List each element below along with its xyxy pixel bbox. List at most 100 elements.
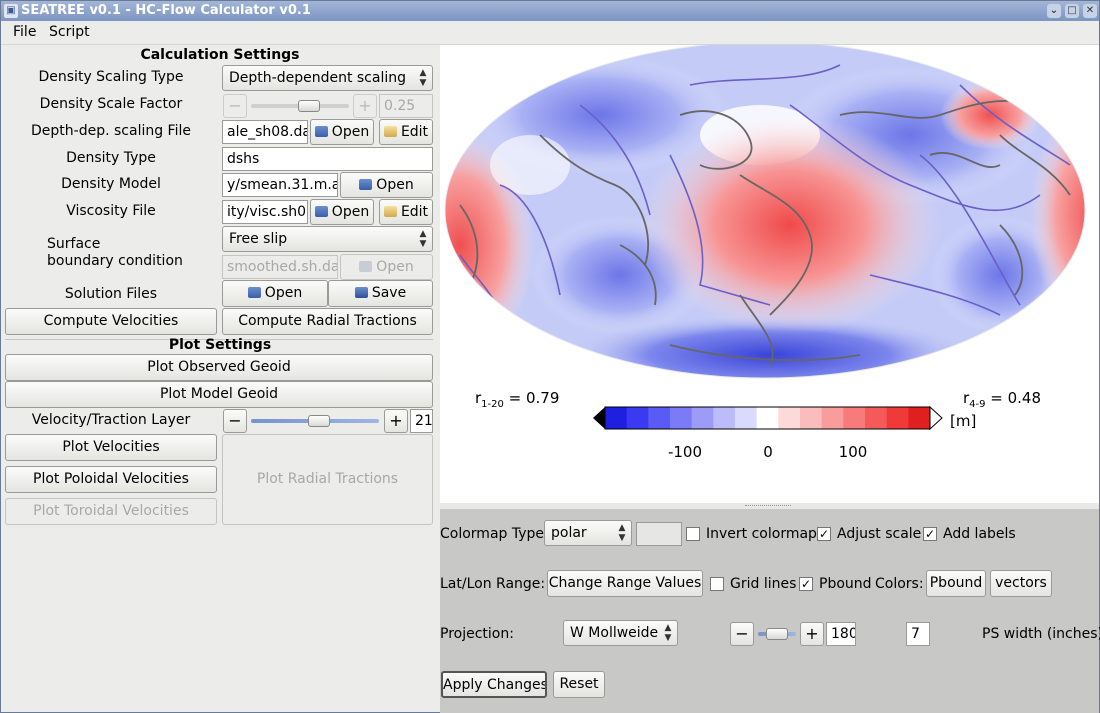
grid-lines-label: Grid lines <box>730 576 797 592</box>
minimize-icon[interactable]: ⌄ <box>1047 4 1061 18</box>
colorbar-swatch <box>821 407 844 429</box>
open-icon <box>359 179 373 190</box>
ps-width-field[interactable]: 7 <box>906 622 930 646</box>
density-type-label: Density Type <box>66 150 156 166</box>
viscosity-label: Viscosity File <box>66 203 156 219</box>
compute-velocities-button[interactable]: Compute Velocities <box>5 308 217 335</box>
colorbar-swatch <box>713 407 736 429</box>
plot-model-geoid-button[interactable]: Plot Model Geoid <box>5 381 433 408</box>
colorbar-swatch <box>691 407 714 429</box>
solution-save-button[interactable]: Save <box>328 280 433 307</box>
surface-label-2: boundary condition <box>47 253 183 269</box>
density-model-field[interactable]: y/smean.31.m.ab <box>222 173 338 197</box>
change-range-button[interactable]: Change Range Values <box>547 570 703 597</box>
menu-file[interactable]: File <box>13 24 36 40</box>
plot-velocities-button[interactable]: Plot Velocities <box>5 434 217 461</box>
surface-file-open-button[interactable]: Open <box>340 254 433 280</box>
depth-file-field[interactable]: ale_sh08.dat <box>222 120 308 144</box>
surface-label-1: Surface <box>47 236 101 252</box>
projection-combo[interactable]: W Mollweide ▲ ▼ <box>563 620 678 646</box>
open-icon <box>247 287 261 298</box>
depth-file-open-button[interactable]: Open <box>310 119 374 145</box>
projection-label: Projection: <box>440 626 514 642</box>
solution-open-button[interactable]: Open <box>222 280 328 307</box>
viscosity-edit-button[interactable]: Edit <box>379 199 433 225</box>
layer-plus-button[interactable]: + <box>384 409 408 433</box>
depth-file-label: Depth-dep. scaling File <box>31 123 191 139</box>
pbound-color-button[interactable]: Pbound <box>926 570 986 597</box>
colorbar-swatch <box>800 407 823 429</box>
menu-bar: File Script <box>1 21 1099 45</box>
invert-colormap-label: Invert colormap <box>706 526 817 542</box>
scale-minus-button[interactable]: − <box>223 94 247 118</box>
density-scaling-type-value: Depth-dependent scaling <box>229 70 406 86</box>
save-icon <box>354 287 368 298</box>
r-left-label: r1-20 = 0.79 <box>475 389 559 410</box>
colormap-combo[interactable]: polar ▲ ▼ <box>544 520 632 546</box>
adjust-scale-label: Adjust scale <box>837 526 922 542</box>
add-labels-label: Add labels <box>943 526 1016 542</box>
plot-toroidal-button[interactable]: Plot Toroidal Velocities <box>5 498 217 525</box>
grid-lines-checkbox[interactable] <box>710 577 724 591</box>
open-label: Open <box>264 285 303 301</box>
solution-files-label: Solution Files <box>64 286 158 302</box>
colors-label: Colors: <box>875 576 924 592</box>
layer-label: Velocity/Traction Layer <box>31 412 191 428</box>
projection-plus-button[interactable]: + <box>800 622 824 646</box>
compute-tractions-button[interactable]: Compute Radial Tractions <box>222 308 433 335</box>
depth-file-edit-button[interactable]: Edit <box>379 119 433 145</box>
app-icon: ▣ <box>4 4 18 18</box>
app-window: ▣ SEATREE v0.1 - HC-Flow Calculator v0.1… <box>0 0 1100 713</box>
colorbar-swatch <box>648 407 671 429</box>
scale-plus-button[interactable]: + <box>353 94 377 118</box>
add-labels-checkbox[interactable]: ✓ <box>923 527 937 541</box>
combo-arrow-icon: ▲ ▼ <box>618 523 626 543</box>
layer-minus-button[interactable]: − <box>223 409 247 433</box>
edit-label: Edit <box>400 124 429 140</box>
pbound-label: Pbound <box>819 576 872 592</box>
density-type-field[interactable]: dshs <box>222 147 433 171</box>
projection-slider-thumb[interactable] <box>766 628 788 640</box>
scale-factor-field[interactable]: 0.25 <box>379 94 433 118</box>
plot-options-panel: Colormap Type: polar ▲ ▼ Invert colormap … <box>440 509 1100 713</box>
open-icon <box>359 261 373 272</box>
plot-observed-geoid-button[interactable]: Plot Observed Geoid <box>5 354 433 381</box>
plot-poloidal-button[interactable]: Plot Poloidal Velocities <box>5 466 217 493</box>
reset-button[interactable]: Reset <box>553 671 605 698</box>
viscosity-open-button[interactable]: Open <box>310 199 374 225</box>
density-scale-factor-label: Density Scale Factor <box>39 96 183 112</box>
colormap-value: polar <box>551 525 587 541</box>
open-icon <box>314 206 328 217</box>
projection-minus-button[interactable]: − <box>730 622 754 646</box>
pbound-checkbox[interactable]: ✓ <box>799 577 813 591</box>
window-title: SEATREE v0.1 - HC-Flow Calculator v0.1 <box>21 3 311 18</box>
layer-slider-thumb[interactable] <box>308 415 330 427</box>
surface-bc-combo[interactable]: Free slip ▲ ▼ <box>222 226 433 252</box>
projection-num-field[interactable]: 180 <box>826 622 856 646</box>
colorbar-swatch <box>670 407 693 429</box>
colorbar-max-arrow <box>929 405 943 431</box>
adjust-scale-checkbox[interactable]: ✓ <box>817 527 831 541</box>
density-scaling-type-combo[interactable]: Depth-dependent scaling ▲ ▼ <box>222 65 433 91</box>
colorbar-swatch <box>626 407 649 429</box>
save-label: Save <box>371 285 407 301</box>
combo-arrow-icon: ▲ ▼ <box>419 68 427 88</box>
vectors-color-button[interactable]: vectors <box>990 570 1052 597</box>
colorbar-swatch <box>778 407 801 429</box>
scale-slider-thumb[interactable] <box>298 100 320 112</box>
invert-colormap-checkbox[interactable] <box>686 527 700 541</box>
menu-script[interactable]: Script <box>49 24 90 40</box>
surface-file-field[interactable]: smoothed.sh.dat <box>222 255 338 279</box>
close-icon[interactable]: ✕ <box>1083 4 1097 18</box>
density-scaling-type-label: Density Scaling Type <box>38 69 184 85</box>
plot-tractions-button[interactable]: Plot Radial Tractions <box>222 434 433 525</box>
colormap-extra-field[interactable] <box>636 522 682 546</box>
apply-changes-button[interactable]: Apply Changes <box>441 671 547 698</box>
calc-settings-header: Calculation Settings <box>140 47 300 63</box>
density-model-open-button[interactable]: Open <box>340 172 433 198</box>
plot-area: r1-20 = 0.79 r4-9 = 0.48 [m] -100 0 100 <box>440 41 1099 503</box>
open-label: Open <box>331 204 370 220</box>
viscosity-field[interactable]: ity/visc.sh08 <box>222 200 308 224</box>
layer-field[interactable]: 21 <box>410 409 433 433</box>
maximize-icon[interactable]: □ <box>1065 4 1079 18</box>
